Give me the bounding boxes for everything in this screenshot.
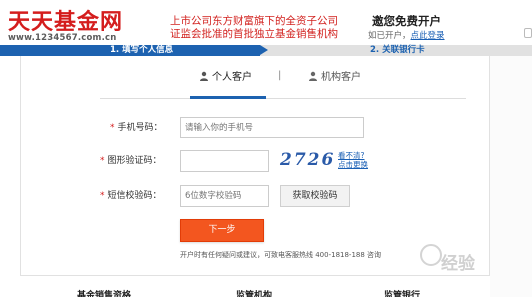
- phone-label: * 手机号码：: [110, 122, 163, 134]
- bookmark-icon: [524, 28, 532, 38]
- sms-label: * 短信校验码：: [100, 190, 162, 202]
- active-tab-indicator: [190, 96, 266, 99]
- tab-personal-customer[interactable]: 个人客户: [199, 71, 252, 84]
- step-1-label: 1. 填写个人信息: [110, 45, 174, 55]
- next-step-button[interactable]: 下一步: [180, 219, 264, 242]
- header-tagline: 上市公司东方财富旗下的全资子公司 证监会批准的首批独立基金销售机构: [170, 15, 338, 41]
- phone-input[interactable]: [180, 117, 364, 138]
- tab-personal-label: 个人客户: [212, 72, 252, 83]
- captcha-label: * 图形验证码：: [100, 155, 162, 167]
- bottom-nav-regulator[interactable]: 监管机构: [236, 288, 272, 297]
- captcha-image[interactable]: 2726: [280, 150, 335, 170]
- page-side-panel: [490, 56, 532, 297]
- tagline-line-1: 上市公司东方财富旗下的全资子公司: [170, 15, 338, 27]
- required-mark: *: [100, 156, 105, 166]
- site-header: 天天基金网 www.1234567.com.cn 上市公司东方财富旗下的全资子公…: [0, 0, 532, 46]
- required-mark: *: [100, 191, 105, 201]
- tab-divider-line: [100, 98, 466, 99]
- tab-organization-label: 机构客户: [321, 72, 361, 83]
- captcha-input[interactable]: [180, 150, 269, 172]
- site-url: www.1234567.com.cn: [8, 33, 117, 43]
- sms-label-text: 短信校验码：: [107, 191, 162, 201]
- sms-code-input[interactable]: [180, 185, 269, 207]
- get-sms-code-button[interactable]: 获取校验码: [280, 185, 350, 207]
- header-title: 邀您免费开户: [372, 14, 441, 28]
- login-prompt: 如已开户，点此登录: [368, 29, 445, 41]
- site-logo[interactable]: 天天基金网: [8, 10, 123, 34]
- tagline-line-2: 证监会批准的首批独立基金销售机构: [170, 28, 338, 40]
- bottom-nav-custodian-bank[interactable]: 监管银行: [384, 288, 420, 297]
- phone-label-text: 手机号码：: [117, 123, 163, 133]
- login-link[interactable]: 点此登录: [411, 31, 445, 41]
- step-1-active: 1. 填写个人信息: [0, 45, 268, 56]
- bottom-nav-sales-qualification[interactable]: 基金销售资格: [77, 288, 131, 297]
- tab-organization-customer[interactable]: 机构客户: [308, 71, 361, 84]
- watermark-paw-icon: [420, 244, 442, 266]
- watermark-text: 经验: [441, 254, 475, 274]
- organization-icon: [309, 71, 317, 81]
- person-icon: [200, 71, 208, 81]
- captcha-label-text: 图形验证码：: [107, 156, 162, 166]
- captcha-help-line-1: 看不清?: [338, 151, 365, 160]
- login-prompt-text: 如已开户，: [368, 31, 411, 41]
- step-arrow-icon: [260, 45, 268, 55]
- required-mark: *: [110, 123, 115, 133]
- step-2-label: 2. 关联银行卡: [370, 45, 425, 55]
- tab-separator: |: [278, 70, 282, 81]
- captcha-help-line-2: 点击更换: [338, 160, 368, 169]
- help-footnote: 开户时有任何疑问或建议，可致电客服热线 400-1818-188 咨询: [180, 251, 382, 259]
- captcha-refresh-link[interactable]: 看不清? 点击更换: [338, 151, 368, 169]
